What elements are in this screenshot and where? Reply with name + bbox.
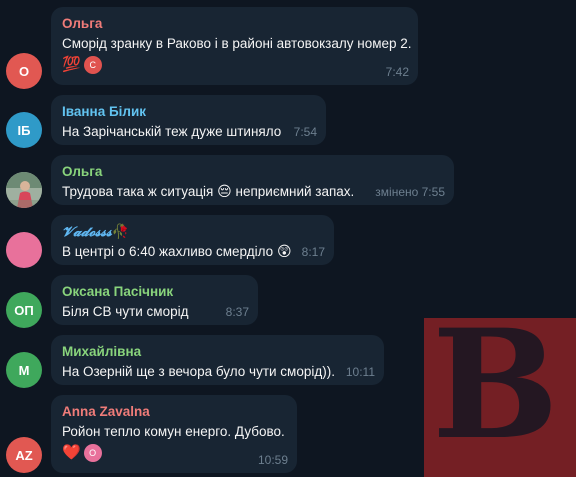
astonished-face-icon: 😲	[276, 243, 292, 259]
sender-name[interactable]: Михайлівна	[62, 343, 373, 360]
avatar[interactable]	[6, 232, 42, 268]
message-bubble[interactable]: Іванна Білик На Зарічанській теж дуже шт…	[51, 95, 326, 145]
user-photo-icon	[6, 172, 42, 208]
avatar[interactable]: М	[6, 352, 42, 388]
message-text: Сморід зранку в Раково і в районі автово…	[62, 36, 412, 51]
channel-watermark-logo: B	[424, 310, 576, 477]
message-time: 7:42	[385, 65, 409, 79]
avatar[interactable]: О	[6, 53, 42, 89]
message-text-part: В центрі о 6:40 жахливо смерділо	[62, 244, 274, 259]
hundred-points-icon[interactable]: 💯	[62, 56, 81, 74]
sender-name[interactable]: Ольга	[62, 163, 443, 180]
sender-name[interactable]: 𝓥𝓪𝓭𝓸𝓼𝓼𝓼🥀	[62, 223, 323, 240]
watermark-letter: B	[432, 297, 559, 473]
message-time: 10:11	[345, 365, 375, 379]
avatar[interactable]: AZ	[6, 437, 42, 473]
message-item[interactable]: 𝓥𝓪𝓭𝓸𝓼𝓼𝓼🥀 В центрі о 6:40 жахливо смерділ…	[0, 215, 576, 268]
sender-name[interactable]: Іванна Білик	[62, 103, 315, 120]
reactions[interactable]: ❤️ О	[62, 444, 286, 462]
message-item[interactable]: О Ольга Сморід зранку в Раково і в район…	[0, 7, 576, 89]
avatar[interactable]: ОП	[6, 292, 42, 328]
sender-name[interactable]: Anna Zavalna	[62, 403, 286, 420]
message-text: На Озерній ще з вечора було чути сморід)…	[62, 364, 335, 379]
message-item[interactable]: Ольга Трудова така ж ситуація 😔 неприємн…	[0, 155, 576, 208]
message-bubble[interactable]: Ольга Сморід зранку в Раково і в районі …	[51, 7, 418, 85]
sender-name[interactable]: Ольга	[62, 15, 407, 32]
message-text-part: неприємний запах.	[231, 184, 355, 199]
reaction-user-avatar: С	[83, 56, 102, 74]
reaction-user-avatar: О	[83, 444, 102, 462]
message-time: 8:17	[301, 245, 325, 259]
message-text: Біля СВ чути сморід	[62, 304, 189, 319]
message-time: 10:59	[257, 453, 288, 467]
message-time: 8:37	[225, 305, 249, 319]
message-time: змінено 7:55	[375, 185, 445, 199]
red-heart-icon[interactable]: ❤️	[62, 444, 81, 462]
message-text: На Зарічанській теж дуже штиняло	[62, 124, 282, 139]
avatar[interactable]: ІБ	[6, 112, 42, 148]
reactions[interactable]: 💯 С	[62, 56, 407, 74]
message-bubble[interactable]: Михайлівна На Озерній ще з вечора було ч…	[51, 335, 384, 385]
sender-name[interactable]: Оксана Пасічник	[62, 283, 247, 300]
pensive-face-icon: 😔	[217, 183, 232, 199]
message-bubble[interactable]: Оксана Пасічник Біля СВ чути сморід 8:37	[51, 275, 258, 325]
message-bubble[interactable]: Ольга Трудова така ж ситуація 😔 неприємн…	[51, 155, 454, 205]
wilted-flower-icon: 🥀	[111, 223, 130, 239]
message-time: 7:54	[293, 125, 317, 139]
message-text-part: Трудова така ж ситуація	[62, 184, 214, 199]
message-text: В центрі о 6:40 жахливо смерділо 😲	[62, 243, 323, 261]
message-text: Ройон тепло комун енерго. Дубово.	[62, 424, 285, 439]
message-item[interactable]: ІБ Іванна Білик На Зарічанській теж дуже…	[0, 95, 576, 148]
message-bubble[interactable]: 𝓥𝓪𝓭𝓸𝓼𝓼𝓼🥀 В центрі о 6:40 жахливо смерділ…	[51, 215, 334, 265]
avatar-photo[interactable]	[6, 172, 42, 208]
message-bubble[interactable]: Anna Zavalna Ройон тепло комун енерго. Д…	[51, 395, 297, 473]
sender-name-text[interactable]: 𝓥𝓪𝓭𝓸𝓼𝓼𝓼	[62, 224, 112, 239]
